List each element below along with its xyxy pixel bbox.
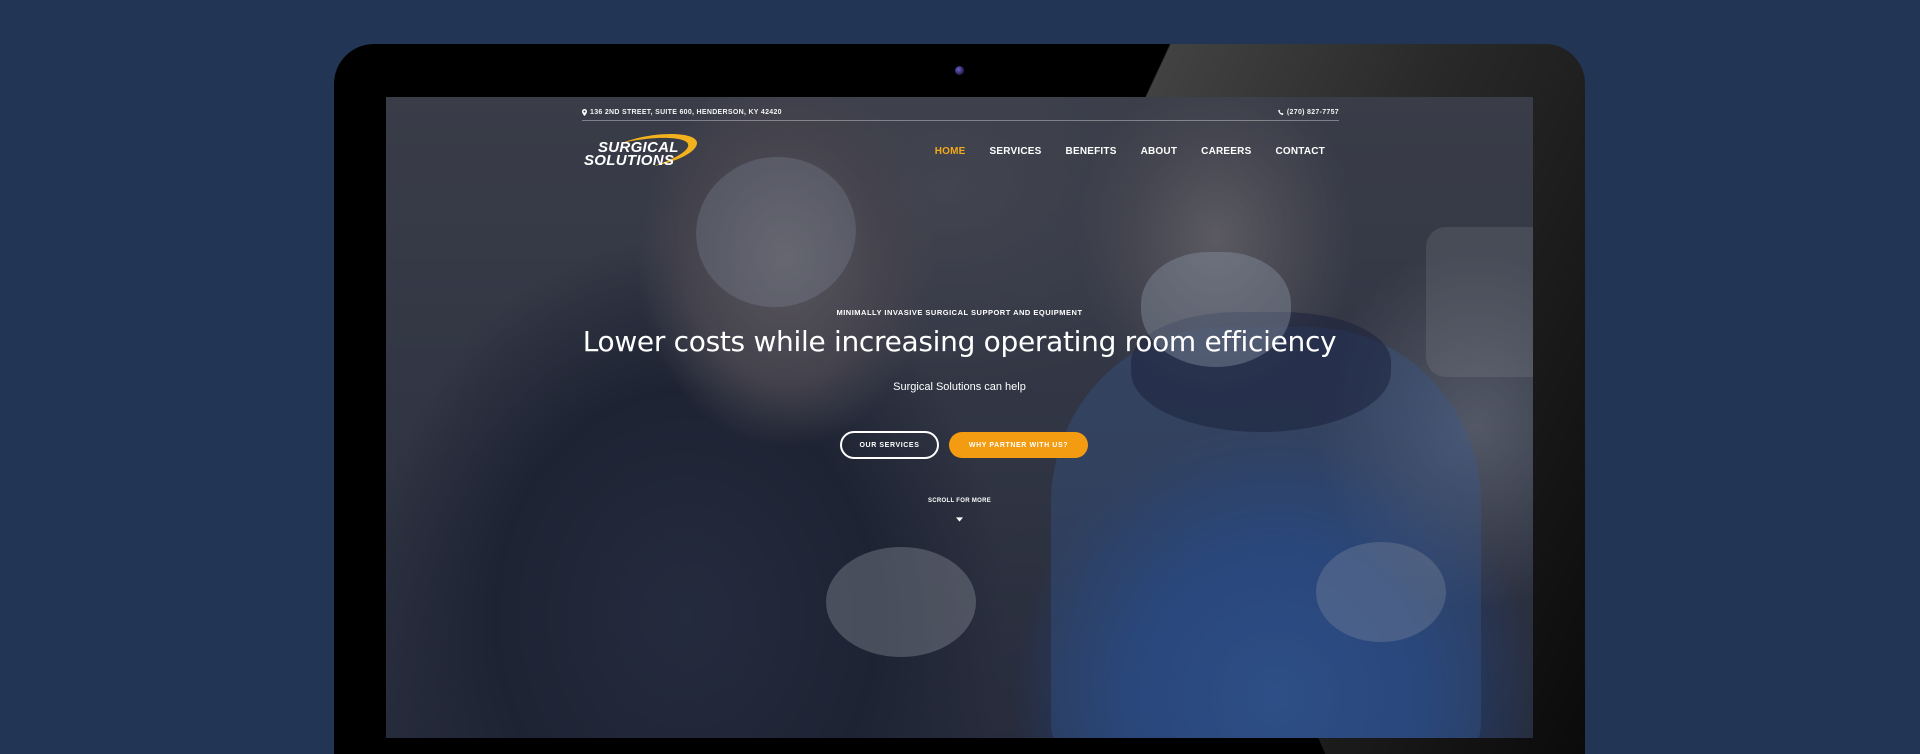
nav-contact[interactable]: CONTACT	[1275, 146, 1325, 157]
scroll-for-more[interactable]: SCROLL FOR MORE	[386, 498, 1533, 504]
main-nav: HOME SERVICES BENEFITS ABOUT CAREERS CON…	[935, 146, 1325, 157]
hero-eyebrow: MINIMALLY INVASIVE SURGICAL SUPPORT AND …	[836, 308, 1083, 317]
site-logo[interactable]: SURGICAL SOLUTIONS	[582, 133, 702, 173]
hero-headline: Lower costs while increasing operating r…	[582, 325, 1337, 358]
map-pin-icon	[582, 109, 587, 116]
nav-services[interactable]: SERVICES	[990, 146, 1042, 157]
logo-line-2: SOLUTIONS	[584, 152, 675, 169]
phone[interactable]: (270) 827-7757	[1278, 109, 1339, 116]
contact-bar: 136 2ND STREET, SUITE 600, HENDERSON, KY…	[582, 107, 1339, 121]
hero-subline: Surgical Solutions can help	[893, 381, 1026, 393]
hero-content: 136 2ND STREET, SUITE 600, HENDERSON, KY…	[386, 97, 1533, 738]
nav-home[interactable]: HOME	[935, 146, 966, 157]
address[interactable]: 136 2ND STREET, SUITE 600, HENDERSON, KY…	[582, 109, 782, 116]
nav-about[interactable]: ABOUT	[1141, 146, 1178, 157]
phone-text: (270) 827-7757	[1286, 109, 1339, 116]
why-partner-button[interactable]: WHY PARTNER WITH US?	[949, 432, 1088, 458]
nav-careers[interactable]: CAREERS	[1201, 146, 1251, 157]
chevron-down-icon[interactable]	[956, 517, 963, 522]
logo-wordmark: SURGICAL SOLUTIONS	[584, 140, 679, 169]
our-services-button[interactable]: OUR SERVICES	[840, 431, 939, 459]
address-text: 136 2ND STREET, SUITE 600, HENDERSON, KY…	[590, 109, 782, 116]
website-screen: 136 2ND STREET, SUITE 600, HENDERSON, KY…	[386, 97, 1533, 738]
nav-benefits[interactable]: BENEFITS	[1066, 146, 1117, 157]
phone-icon	[1278, 109, 1284, 115]
webcam-icon	[955, 66, 964, 75]
